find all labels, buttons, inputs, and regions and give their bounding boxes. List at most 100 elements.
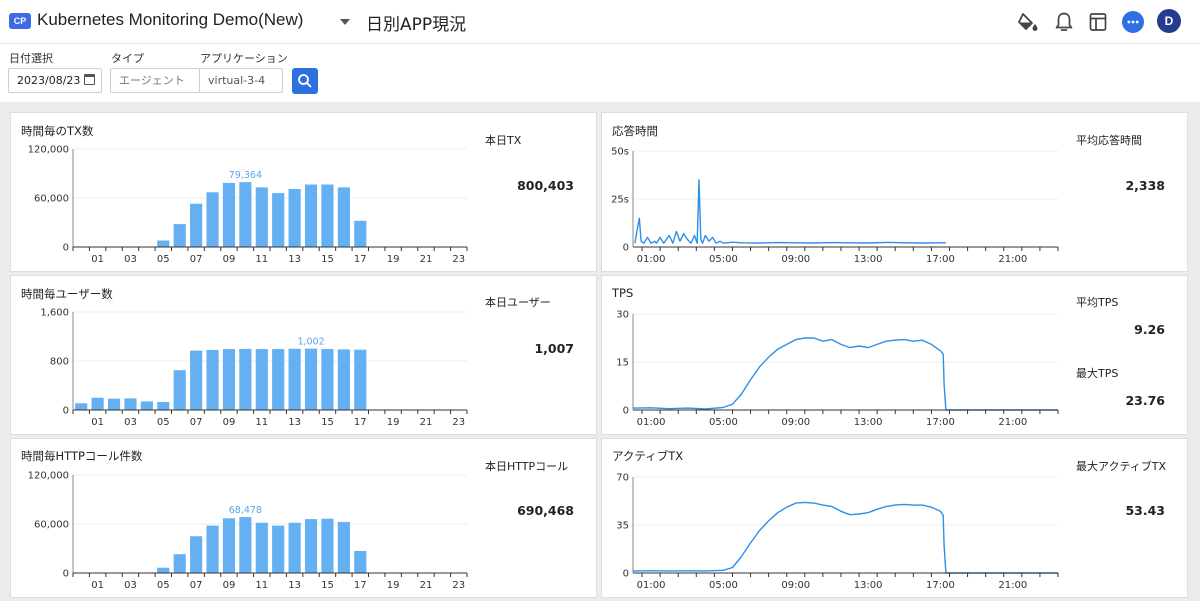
project-selector[interactable]: Kubernetes Monitoring Demo(New) bbox=[37, 10, 303, 30]
x-tick-label: 07 bbox=[190, 254, 203, 265]
type-label: タイプ bbox=[111, 52, 144, 65]
series-line bbox=[632, 501, 1058, 574]
response-chart: 0 25s 50s 01:00 05:00 09:00 13:00 17:00 21:00 bbox=[611, 147, 1059, 265]
app-value: virtual-3-4 bbox=[208, 74, 266, 87]
bar bbox=[337, 187, 350, 247]
bar bbox=[222, 182, 236, 247]
x-tick-label: 05 bbox=[157, 417, 170, 428]
bar bbox=[321, 184, 334, 247]
bar bbox=[157, 567, 170, 573]
app-label: アプリケーション bbox=[200, 52, 288, 65]
response-panel: 応答時間 平均応答時間 2,338 0 25s 50s 01:00 05:00 09:00… bbox=[601, 112, 1188, 272]
user-avatar[interactable]: D bbox=[1157, 9, 1181, 33]
page-title: 日別APP現況 bbox=[366, 15, 467, 35]
bar bbox=[255, 522, 268, 573]
bar bbox=[190, 536, 203, 573]
x-tick-label: 01:00 bbox=[637, 417, 666, 428]
x-tick-label: 21:00 bbox=[998, 580, 1027, 591]
x-tick-label: 01 bbox=[91, 254, 104, 265]
y-tick-label: 120,000 bbox=[28, 145, 69, 156]
http-chart: 0 60,000 120,000 68,478 01 03 05 07 09 11 13 15 17 19… bbox=[28, 471, 468, 591]
active-chart: 0 35 70 01:00 05:00 09:00 13:00 17:00 21:00 bbox=[616, 473, 1059, 591]
bell-icon[interactable] bbox=[1052, 10, 1076, 34]
data-label: 68,478 bbox=[229, 505, 262, 516]
x-tick-label: 03 bbox=[124, 580, 137, 591]
bar bbox=[222, 518, 236, 573]
active-panel: アクティブTX 最大アクティブTX 53.43 0 35 70 01:00 05:00 0… bbox=[601, 438, 1188, 598]
tx-chart: 0 60,000 120,000 79,364 01 03 05 07 09 11 13 15 17 19… bbox=[28, 145, 468, 265]
x-tick-label: 05 bbox=[157, 254, 170, 265]
bar bbox=[272, 525, 285, 573]
x-tick-label: 21 bbox=[420, 580, 433, 591]
bar bbox=[190, 350, 203, 410]
bar bbox=[272, 349, 285, 410]
chevron-down-icon[interactable] bbox=[340, 19, 350, 25]
x-tick-label: 09:00 bbox=[781, 254, 810, 265]
bar bbox=[140, 401, 153, 410]
x-tick-label: 21 bbox=[420, 254, 433, 265]
x-tick-label: 21 bbox=[420, 417, 433, 428]
bar bbox=[239, 182, 252, 247]
bar bbox=[255, 349, 268, 410]
x-tick-label: 11 bbox=[255, 417, 268, 428]
bar bbox=[304, 184, 318, 247]
paint-bucket-icon[interactable] bbox=[1016, 10, 1040, 34]
app-header: CP Kubernetes Monitoring Demo(New) 日別APP… bbox=[0, 0, 1200, 44]
x-tick-label: 17 bbox=[354, 254, 367, 265]
chat-icon[interactable] bbox=[1121, 10, 1145, 34]
y-tick-label: 0 bbox=[63, 569, 69, 580]
bar bbox=[206, 192, 219, 247]
series-line bbox=[634, 179, 946, 244]
x-tick-label: 01:00 bbox=[637, 580, 666, 591]
bar bbox=[206, 349, 219, 410]
series-line bbox=[632, 337, 1058, 411]
y-tick-label: 0 bbox=[623, 406, 629, 417]
x-tick-label: 17:00 bbox=[926, 417, 955, 428]
x-tick-label: 19 bbox=[387, 417, 400, 428]
bar bbox=[288, 189, 301, 247]
y-tick-label: 0 bbox=[63, 243, 69, 254]
y-tick-label: 70 bbox=[616, 473, 629, 484]
x-tick-label: 05:00 bbox=[709, 580, 738, 591]
bar bbox=[173, 554, 186, 573]
x-tick-label: 13:00 bbox=[854, 254, 883, 265]
x-tick-label: 03 bbox=[124, 254, 137, 265]
y-tick-label: 15 bbox=[616, 358, 629, 369]
search-button[interactable] bbox=[292, 68, 318, 94]
x-tick-label: 11 bbox=[255, 580, 268, 591]
x-tick-label: 01 bbox=[91, 417, 104, 428]
bar bbox=[337, 349, 350, 410]
y-tick-label: 60,000 bbox=[34, 520, 69, 531]
x-tick-label: 09 bbox=[223, 417, 236, 428]
x-tick-label: 01 bbox=[91, 580, 104, 591]
y-tick-label: 50s bbox=[611, 147, 629, 158]
bar bbox=[304, 519, 318, 573]
dashboard-icon[interactable] bbox=[1086, 10, 1110, 34]
x-tick-label: 13 bbox=[288, 580, 301, 591]
bar bbox=[354, 550, 367, 573]
search-icon bbox=[298, 74, 312, 88]
x-tick-label: 23 bbox=[452, 580, 465, 591]
x-tick-label: 01:00 bbox=[637, 254, 666, 265]
x-tick-label: 21:00 bbox=[998, 254, 1027, 265]
bar bbox=[337, 521, 350, 573]
x-tick-label: 17:00 bbox=[926, 254, 955, 265]
tps-panel: TPS 平均TPS 9.26 最大TPS 23.76 0 15 30 01:00 05:… bbox=[601, 275, 1188, 435]
x-tick-label: 23 bbox=[452, 417, 465, 428]
x-tick-label: 19 bbox=[387, 254, 400, 265]
x-tick-label: 09:00 bbox=[781, 417, 810, 428]
bar bbox=[288, 522, 301, 573]
bar bbox=[75, 403, 88, 410]
app-select[interactable]: virtual-3-4 bbox=[199, 68, 283, 93]
x-tick-label: 09 bbox=[223, 254, 236, 265]
x-tick-label: 11 bbox=[255, 254, 268, 265]
bar bbox=[354, 220, 367, 247]
bar bbox=[272, 193, 285, 247]
date-picker[interactable]: 2023/08/23 bbox=[8, 68, 102, 93]
x-tick-label: 07 bbox=[190, 580, 203, 591]
bar bbox=[255, 187, 268, 247]
x-tick-label: 07 bbox=[190, 417, 203, 428]
x-tick-label: 13 bbox=[288, 417, 301, 428]
type-select[interactable]: エージェント bbox=[110, 68, 200, 93]
x-tick-label: 09 bbox=[223, 580, 236, 591]
